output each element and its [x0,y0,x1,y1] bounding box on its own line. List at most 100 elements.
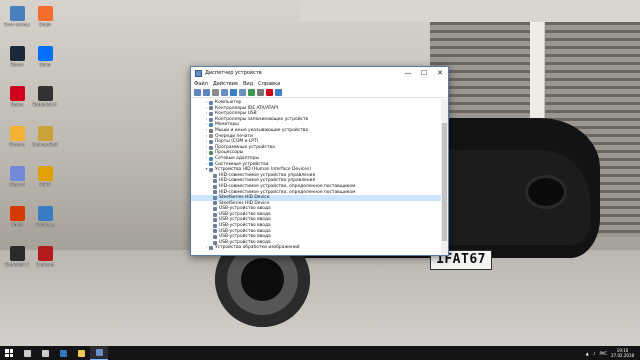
desktop-icon-label: Discord [9,182,25,187]
taskbar: ▲ ♪ РУС 19:10 27.02.2018 [0,346,640,360]
menu-help[interactable]: Справка [258,81,280,87]
desktop-icon[interactable]: Compass [32,206,58,227]
desktop-icon[interactable]: PUBG [32,166,58,187]
title-bar[interactable]: Диспетчер устройств — ☐ ✕ [191,67,448,79]
desktop-icon-label: Steam [10,62,24,67]
device-icon [209,123,213,128]
menu-file[interactable]: Файл [194,81,208,87]
app-icon [37,206,53,221]
desktop-icon-label: Battlefield 1 [4,262,30,267]
device-icon [209,100,213,105]
device-category[interactable]: › Устройства обработки изображений [191,245,441,251]
desktop-icon-label: Opera [10,102,24,107]
language-indicator[interactable]: РУС [599,351,607,356]
device-icon [209,162,213,167]
device-icon [213,190,217,195]
app-icon [37,166,53,181]
uninstall-icon[interactable] [266,89,273,96]
desktop-icon[interactable]: Chrome [4,126,30,147]
desktop-icon[interactable]: Cuphead [32,246,58,267]
desktop-icon[interactable]: Этот компьютер [4,6,30,27]
desktop-icon-label: Counter-Strike [32,142,58,147]
desktop-icon[interactable]: Counter-Strike [32,126,58,147]
device-icon [209,139,213,144]
clock[interactable]: 19:10 27.02.2018 [611,348,634,358]
device-icon [209,106,213,111]
device-icon [213,212,217,217]
desktop-icon[interactable]: Opera [4,86,30,107]
desktop-icon[interactable]: Steam [4,46,30,67]
app-icon [37,46,53,61]
device-manager-icon [195,69,202,77]
app-icon [9,166,25,181]
minimize-button[interactable]: — [400,67,416,79]
taskbar-task-view-button[interactable] [36,346,54,360]
vertical-scrollbar[interactable] [441,99,448,255]
forward-icon[interactable] [203,89,210,96]
app-icon [9,6,25,21]
desktop-icon[interactable]: Uplay [32,46,58,67]
menu-view[interactable]: Вид [243,81,253,87]
app-icon [37,126,53,141]
taskbar-device-manager-button[interactable] [90,346,108,360]
update-driver-icon[interactable] [248,89,255,96]
desktop-icon[interactable]: Office [4,206,30,227]
device-icon [209,156,213,161]
help-icon[interactable] [230,89,237,96]
desktop-icon[interactable]: Discord [4,166,30,187]
edge-icon [59,349,67,357]
device-label: Устройства обработки изображений [215,245,300,251]
device-manager-icon [95,349,103,356]
download-icon[interactable] [275,89,282,96]
windows-logo-icon [5,349,13,357]
back-icon[interactable] [194,89,201,96]
maximize-button[interactable]: ☐ [416,67,432,79]
desktop-icon[interactable]: Origin [32,6,58,27]
taskbar-edge-button[interactable] [54,346,72,360]
device-icon [213,201,217,206]
app-icon [37,6,53,21]
desktop-icon-label: PUBG [39,182,51,187]
taskbar-search-button[interactable] [18,346,36,360]
desktop-icon-label: Chrome [9,142,25,147]
network-icon[interactable]: ▲ [586,351,589,356]
scrollbar-thumb[interactable] [442,123,447,241]
desktop-icon[interactable]: Battlefield 1 [4,246,30,267]
properties-icon[interactable] [221,89,228,96]
device-icon [209,128,213,133]
window-title: Диспетчер устройств [205,70,262,76]
task-view-icon [41,349,49,357]
app-icon [9,206,25,221]
desktop-icon-label: Cuphead [36,262,54,267]
menu-action[interactable]: Действие [213,81,238,87]
desktop-icon-label: Office [11,222,23,227]
desktop-icon-label: Compass [35,222,55,227]
clock-date: 27.02.2018 [611,353,634,358]
app-icon [9,246,25,261]
desktop-icon-label: Этот компьютер [4,22,30,27]
device-icon [213,179,217,184]
close-button[interactable]: ✕ [432,67,448,79]
system-tray: ▲ ♪ РУС 19:10 27.02.2018 [586,348,640,358]
search-icon [23,349,31,357]
device-icon [213,195,217,200]
volume-icon[interactable]: ♪ [593,351,596,356]
device-icon [209,111,213,116]
start-button[interactable] [0,346,18,360]
disable-icon[interactable] [257,89,264,96]
desktop-icon-label: Origin [38,22,52,27]
device-icon [209,145,213,150]
wallpaper-headlight [528,178,564,206]
device-tree[interactable]: › Компьютер › Контроллеры IDE ATA/ATAPI › Кон… [191,99,441,255]
device-manager-window[interactable]: Диспетчер устройств — ☐ ✕ Файл Действие … [190,66,449,256]
menu-bar: Файл Действие Вид Справка [191,79,448,88]
tree-view-icon[interactable] [212,89,219,96]
explorer-icon [77,349,85,357]
wallpaper-shed-roof [300,0,640,22]
desktop-icon[interactable]: Battlefield 4 [32,86,58,107]
taskbar-explorer-button[interactable] [72,346,90,360]
scan-hardware-icon[interactable] [239,89,246,96]
device-icon [209,134,213,139]
device-icon [209,151,213,156]
device-icon [209,246,213,251]
